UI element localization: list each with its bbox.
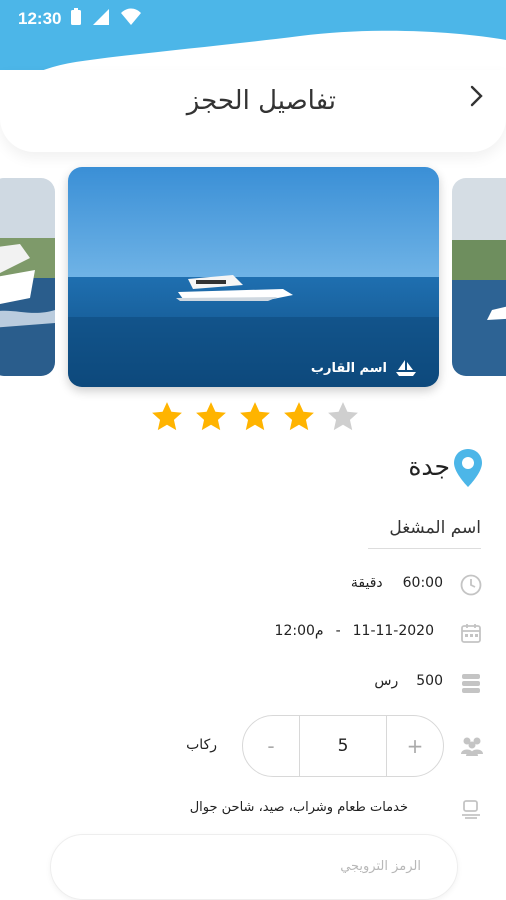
boat-name-label: اسم القارب bbox=[311, 359, 417, 377]
boat-photo-previous bbox=[0, 178, 55, 376]
service-tray-icon bbox=[462, 800, 480, 819]
duration-row: دقيقة 60:00 bbox=[351, 575, 443, 591]
date-separator: - bbox=[335, 623, 341, 639]
price-row: رس 500 bbox=[374, 673, 443, 689]
star-filled-icon bbox=[196, 402, 226, 431]
star-empty-icon bbox=[328, 402, 358, 431]
star-filled-icon bbox=[152, 402, 182, 431]
date-time-row: 12:00م - 11-11-2020 bbox=[275, 623, 434, 639]
group-icon bbox=[461, 737, 483, 756]
page-title: تفاصيل الحجز bbox=[186, 86, 336, 116]
services-text: خدمات طعام وشراب، صيد، شاحن جوال bbox=[189, 800, 408, 815]
carousel-image-previous[interactable] bbox=[0, 178, 55, 376]
boat-name: اسم القارب bbox=[310, 360, 387, 376]
back-button[interactable] bbox=[462, 82, 490, 110]
boat-photo bbox=[68, 167, 439, 387]
city-name: جدة bbox=[408, 452, 450, 481]
sailboat-icon bbox=[396, 360, 416, 376]
passengers-stepper[interactable]: - 5 + bbox=[242, 715, 444, 777]
decrement-button[interactable]: - bbox=[243, 716, 299, 776]
booking-date: 11-11-2020 bbox=[352, 623, 434, 639]
duration-unit: دقيقة bbox=[350, 575, 383, 591]
star-filled-icon bbox=[240, 402, 270, 431]
operator-name: اسم المشغل bbox=[368, 518, 481, 549]
booking-time: 12:00م bbox=[274, 623, 324, 639]
location-pin-icon bbox=[454, 449, 482, 487]
carousel-image-main[interactable]: اسم القارب bbox=[68, 167, 439, 387]
price-unit: رس bbox=[374, 673, 399, 689]
status-bar: 12:30 bbox=[0, 0, 506, 38]
battery-icon bbox=[71, 8, 81, 25]
passengers-count: 5 bbox=[299, 716, 387, 776]
cell-signal-icon bbox=[93, 9, 109, 25]
money-stack-icon bbox=[462, 674, 480, 693]
calendar-icon bbox=[461, 624, 481, 643]
price-value: 500 bbox=[416, 673, 443, 689]
promo-code-input[interactable] bbox=[81, 835, 421, 897]
wifi-icon bbox=[121, 8, 141, 25]
duration-value: 60:00 bbox=[402, 575, 443, 591]
star-filled-icon bbox=[284, 402, 314, 431]
passengers-label: ركاب bbox=[186, 737, 217, 753]
increment-button[interactable]: + bbox=[387, 716, 443, 776]
status-time: 12:30 bbox=[18, 9, 62, 28]
boat-photo-next bbox=[452, 178, 506, 376]
services-row: خدمات طعام وشراب، صيد، شاحن جوال bbox=[190, 800, 408, 815]
carousel-image-next[interactable] bbox=[452, 178, 506, 376]
promo-code-field[interactable] bbox=[50, 834, 458, 900]
chevron-right-icon bbox=[470, 85, 483, 107]
clock-icon bbox=[460, 574, 482, 596]
rating-stars bbox=[150, 400, 360, 434]
